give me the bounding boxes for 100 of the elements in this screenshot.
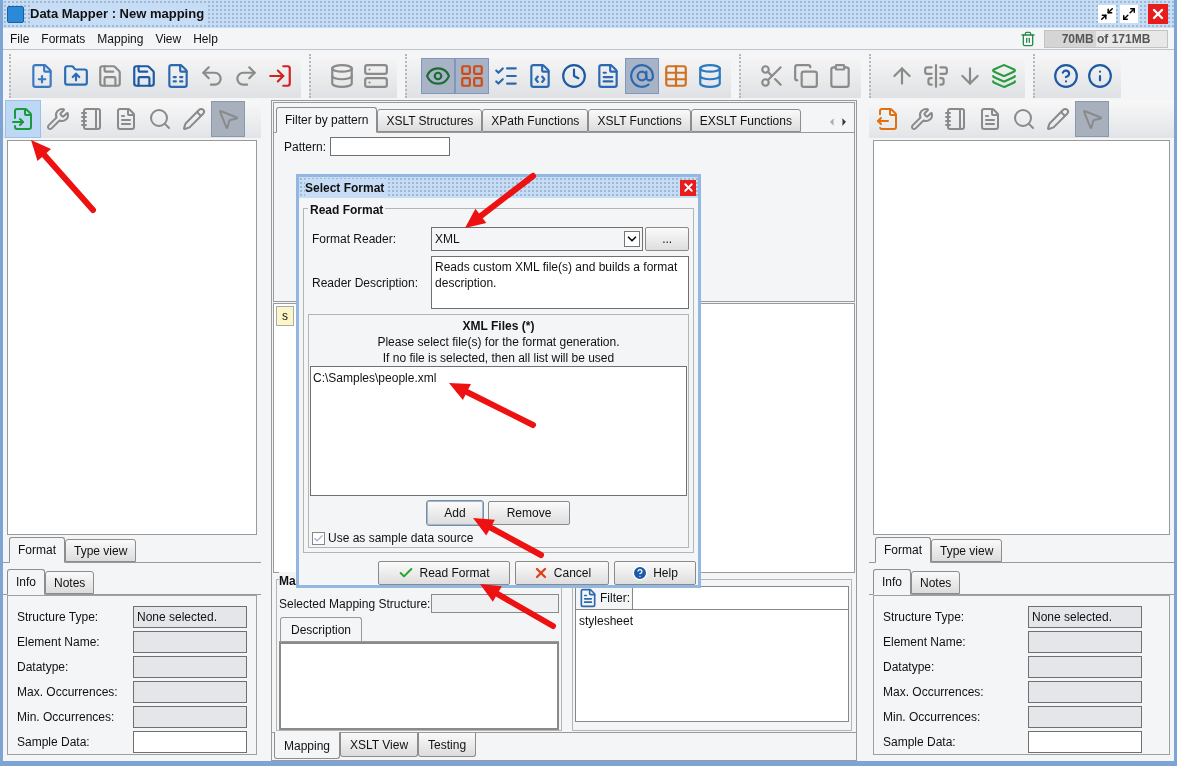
dialog-button[interactable]: Help: [614, 561, 696, 585]
help-icon: [1053, 63, 1079, 89]
search-icon: [1012, 107, 1036, 131]
tab[interactable]: Notes: [45, 571, 95, 594]
field-label: Reader Description:: [311, 274, 420, 292]
new-document-icon: [29, 63, 55, 89]
app-logo-icon: [7, 5, 24, 23]
format-reader-dropdown[interactable]: XML: [431, 227, 644, 252]
filter-label: Filter:: [600, 590, 630, 607]
tab[interactable]: s: [276, 306, 294, 326]
tree-table-icon: [663, 63, 689, 89]
save-icon: [97, 63, 123, 89]
field-label: Structure Type:: [17, 609, 100, 626]
paste-icon: [827, 63, 853, 89]
menu-item[interactable]: Formats: [38, 29, 89, 48]
undo-icon: [199, 63, 225, 89]
structure-label: Selected Mapping Structure:: [279, 595, 431, 613]
field-value[interactable]: [133, 731, 247, 753]
close-button[interactable]: [680, 179, 696, 196]
pointer-icon: [1080, 107, 1104, 131]
restore-button[interactable]: [1098, 5, 1116, 23]
align-icon: [923, 63, 949, 89]
code-document-icon: [527, 63, 553, 89]
toolbar-button[interactable]: [625, 58, 659, 94]
import-document-icon: [11, 107, 35, 131]
field-label: Datatype:: [17, 659, 70, 676]
reader-description: Reads custom XML file(s) and builds a format description.: [431, 256, 689, 310]
document-icon: [114, 107, 138, 131]
menu-item[interactable]: Help: [190, 29, 221, 48]
checkbox-label: Use as sample data source: [328, 530, 474, 548]
notebook-icon: [944, 107, 968, 131]
memory-label: 70MB of 171MB: [1061, 30, 1151, 48]
dialog-button[interactable]: Read Format: [378, 561, 510, 585]
help-icon: [632, 565, 649, 581]
field-label: Structure Type:: [883, 609, 966, 626]
restore-icon: [1100, 7, 1114, 21]
dialog-title: Select Format: [305, 178, 389, 197]
at-document-icon: [629, 63, 655, 89]
stack-icon: [991, 63, 1017, 89]
pattern-label: Pattern:: [284, 138, 327, 156]
pencil-icon: [182, 107, 206, 131]
pointer-icon: [216, 107, 240, 131]
list-button[interactable]: Add: [427, 501, 483, 526]
database-icon: [697, 63, 723, 89]
field-label: Max. Occurrences:: [883, 684, 985, 701]
field-label: Sample Data:: [883, 734, 957, 751]
tab[interactable]: XPath Functions: [482, 109, 589, 132]
tab[interactable]: EXSLT Functions: [690, 109, 801, 132]
field-value: None selected.: [133, 606, 247, 628]
description-field[interactable]: [279, 642, 559, 730]
dialog-button[interactable]: Cancel: [515, 561, 609, 585]
field-label: Min. Occurrences:: [883, 709, 982, 726]
window-title: Data Mapper : New mapping: [30, 4, 209, 24]
maximize-button[interactable]: [1120, 5, 1138, 23]
tab[interactable]: Testing: [418, 733, 477, 757]
maximize-icon: [1122, 7, 1136, 21]
xml-document-icon: [595, 63, 621, 89]
redo-icon: [233, 63, 259, 89]
close-button[interactable]: [1148, 4, 1168, 24]
tab[interactable]: Filter by pattern: [276, 107, 378, 133]
document-icon: [978, 107, 1002, 131]
checkbox[interactable]: [312, 531, 325, 545]
recycle-bin-icon[interactable]: [1020, 30, 1036, 47]
tab[interactable]: Type view: [65, 539, 137, 562]
dropdown-caret-icon: [624, 231, 641, 248]
list-item[interactable]: stylesheet: [579, 612, 845, 630]
color-grid-icon: [459, 63, 485, 89]
file-path-item[interactable]: C:\Samples\people.xml: [313, 369, 684, 388]
tab[interactable]: Type view: [931, 539, 1003, 562]
toolbar-button[interactable]: [421, 58, 455, 94]
tab[interactable]: Notes: [911, 571, 961, 594]
tab[interactable]: Info: [7, 569, 45, 595]
tab[interactable]: Format: [9, 537, 65, 563]
tab[interactable]: XSLT View: [340, 733, 419, 757]
export-document-icon: [876, 107, 900, 131]
filter-field[interactable]: [632, 587, 848, 609]
close-icon: [681, 181, 695, 195]
tab[interactable]: Format: [875, 537, 931, 563]
tab[interactable]: XSLT Functions: [588, 109, 691, 132]
exit-door-icon: [267, 63, 293, 89]
pattern-field[interactable]: [330, 137, 451, 156]
menu-item[interactable]: Mapping: [94, 29, 147, 48]
tab[interactable]: Description: [280, 617, 363, 641]
list-button[interactable]: Remove: [488, 501, 570, 526]
annotation-arrow: [465, 173, 536, 228]
tab[interactable]: Mapping: [274, 732, 341, 759]
wrench-icon: [46, 107, 70, 131]
annotation-arrow: [473, 518, 544, 558]
field-label: Element Name:: [883, 634, 967, 651]
menu-item[interactable]: File: [7, 29, 33, 48]
search-icon: [148, 107, 172, 131]
pencil-icon: [1046, 107, 1070, 131]
menu-item[interactable]: View: [152, 29, 185, 48]
field-value[interactable]: [1028, 731, 1142, 753]
tab[interactable]: Info: [873, 569, 911, 595]
tab[interactable]: XSLT Structures: [377, 109, 483, 132]
field-label: Max. Occurrences:: [17, 684, 119, 701]
field-label: Element Name:: [17, 634, 101, 651]
field-label: Format Reader:: [311, 231, 398, 249]
browse-button[interactable]: ...: [645, 227, 689, 252]
